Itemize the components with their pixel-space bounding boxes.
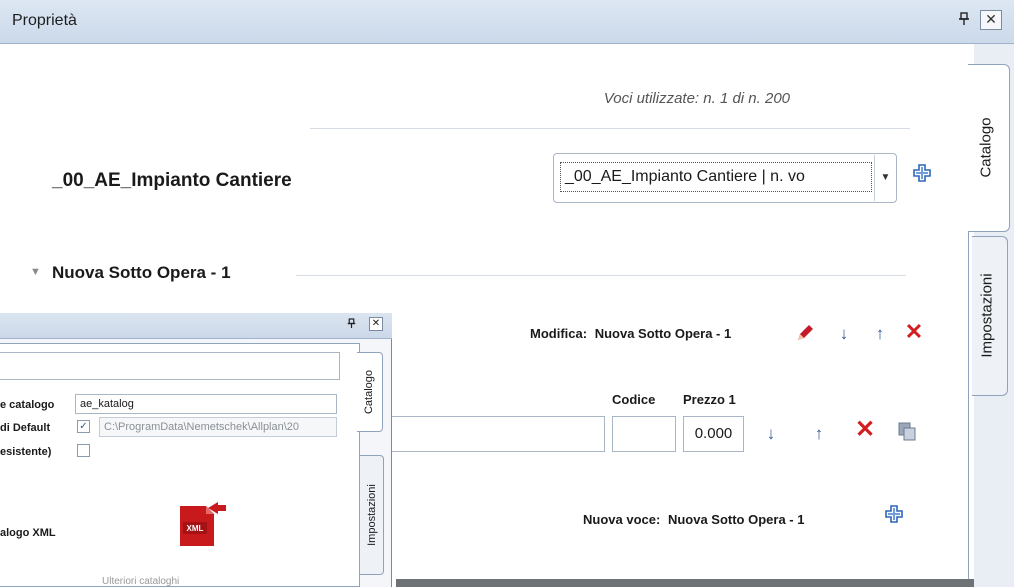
copy-icon[interactable] bbox=[896, 420, 918, 444]
nuova-voce-label: Nuova voce: bbox=[583, 512, 661, 527]
settings-tab-impostazioni-label: Impostazioni bbox=[366, 484, 378, 546]
modifica-row: Modifica: Nuova Sotto Opera - 1 bbox=[530, 326, 731, 341]
column-header-prezzo: Prezzo 1 bbox=[683, 392, 736, 407]
prezzo-field[interactable]: 0.000 bbox=[683, 416, 744, 452]
default-label: di Default bbox=[0, 422, 51, 434]
catalog-dropdown-value[interactable]: _00_AE_Impianto Cantiere | n. vo bbox=[560, 162, 872, 192]
edit-pencil-icon[interactable] bbox=[794, 322, 816, 346]
catalog-name-field[interactable]: ae_katalog bbox=[75, 394, 337, 414]
pin-icon[interactable] bbox=[347, 318, 356, 332]
catalog-name-label: e catalogo bbox=[0, 399, 55, 411]
xml-export-icon[interactable]: XML bbox=[178, 498, 228, 548]
usage-summary: Voci utilizzate: n. 1 di n. 200 bbox=[603, 90, 790, 107]
tab-impostazioni-label: Impostazioni bbox=[978, 273, 996, 358]
catalog-title: _00_AE_Impianto Cantiere bbox=[52, 170, 292, 191]
description-field[interactable] bbox=[380, 416, 605, 452]
collapse-chevron-icon[interactable]: ▼ bbox=[30, 266, 41, 278]
nuova-voce-value: Nuova Sotto Opera - 1 bbox=[667, 512, 805, 527]
settings-tab-catalogo-label: Catalogo bbox=[363, 369, 375, 415]
modifica-label: Modifica: bbox=[530, 326, 588, 341]
modifica-value: Nuova Sotto Opera - 1 bbox=[594, 326, 732, 341]
chevron-down-icon[interactable]: ▼ bbox=[874, 155, 896, 201]
tab-catalogo-label: Catalogo bbox=[977, 117, 995, 178]
xml-catalog-label: alogo XML bbox=[0, 527, 56, 539]
move-down-icon[interactable]: ↓ bbox=[833, 322, 855, 346]
title-bar bbox=[0, 0, 1014, 44]
esistente-label: esistente) bbox=[0, 446, 52, 458]
background-strip bbox=[396, 579, 974, 587]
delete-icon[interactable]: ✕ bbox=[903, 320, 925, 344]
section-title: Nuova Sotto Opera - 1 bbox=[52, 263, 231, 282]
default-path-field: C:\ProgramData\Nemetschek\Allplan\20 bbox=[99, 417, 337, 437]
settings-title-bar bbox=[0, 313, 392, 339]
settings-tab-impostazioni[interactable]: Impostazioni bbox=[360, 455, 384, 575]
column-header-codice: Codice bbox=[612, 392, 656, 407]
window-title: Proprietà bbox=[12, 12, 77, 29]
pin-icon[interactable] bbox=[957, 12, 971, 28]
xml-icon-text: XML bbox=[187, 524, 204, 533]
move-up-icon[interactable]: ↑ bbox=[869, 322, 891, 346]
close-icon[interactable]: ✕ bbox=[980, 10, 1002, 30]
move-up-icon[interactable]: ↑ bbox=[808, 422, 830, 446]
settings-top-field[interactable] bbox=[0, 352, 340, 380]
add-catalog-icon[interactable] bbox=[910, 163, 934, 187]
default-checkbox[interactable]: ✓ bbox=[77, 420, 90, 433]
section-divider bbox=[296, 275, 906, 276]
divider bbox=[310, 128, 910, 129]
tab-catalogo[interactable]: Catalogo bbox=[968, 64, 1010, 232]
settings-tab-catalogo[interactable]: Catalogo bbox=[357, 352, 383, 432]
esistente-checkbox[interactable] bbox=[77, 444, 90, 457]
tab-impostazioni[interactable]: Impostazioni bbox=[972, 236, 1008, 396]
close-icon[interactable]: ✕ bbox=[369, 317, 383, 331]
add-voce-icon[interactable] bbox=[882, 504, 906, 528]
nuova-voce-row: Nuova voce: Nuova Sotto Opera - 1 bbox=[583, 512, 804, 527]
more-catalogs-text: Ulteriori cataloghi bbox=[102, 576, 180, 587]
move-down-icon[interactable]: ↓ bbox=[760, 422, 782, 446]
delete-icon[interactable]: ✕ bbox=[854, 418, 876, 442]
codice-field[interactable] bbox=[612, 416, 676, 452]
